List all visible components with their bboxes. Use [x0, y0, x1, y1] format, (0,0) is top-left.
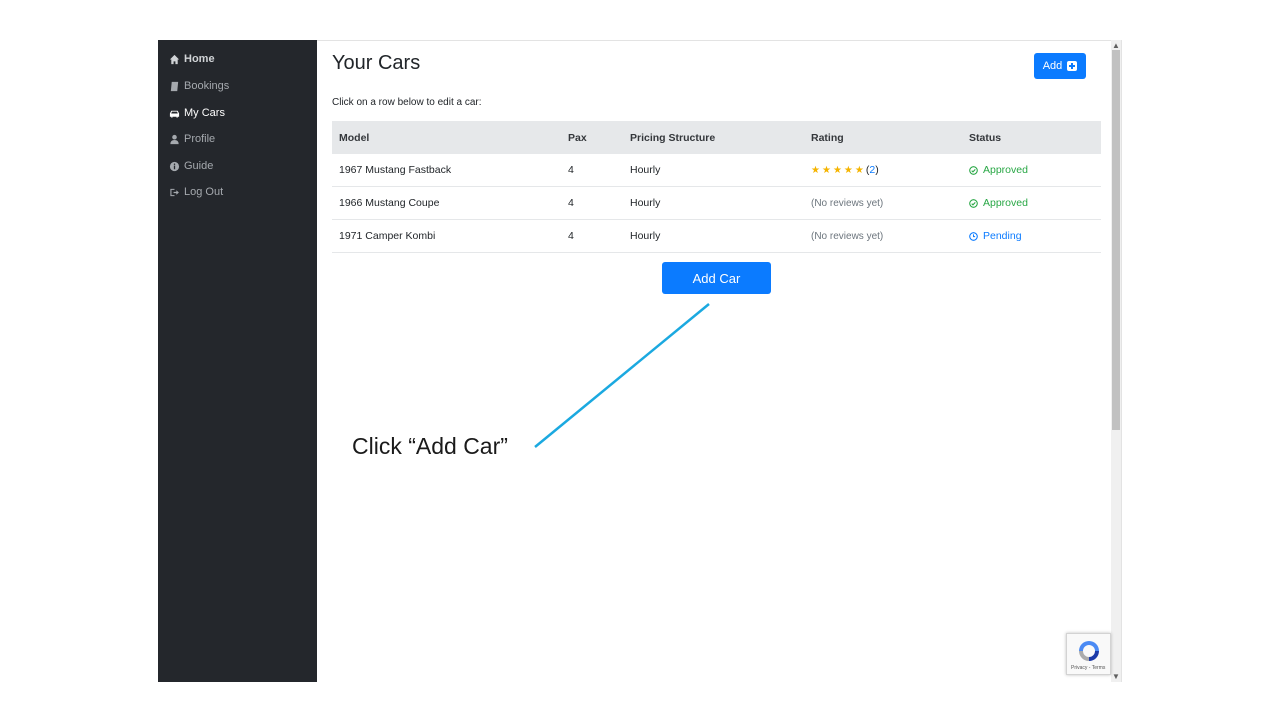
annotation-text: Click “Add Car”: [352, 433, 508, 459]
annotation-pointer-line: [534, 303, 710, 448]
